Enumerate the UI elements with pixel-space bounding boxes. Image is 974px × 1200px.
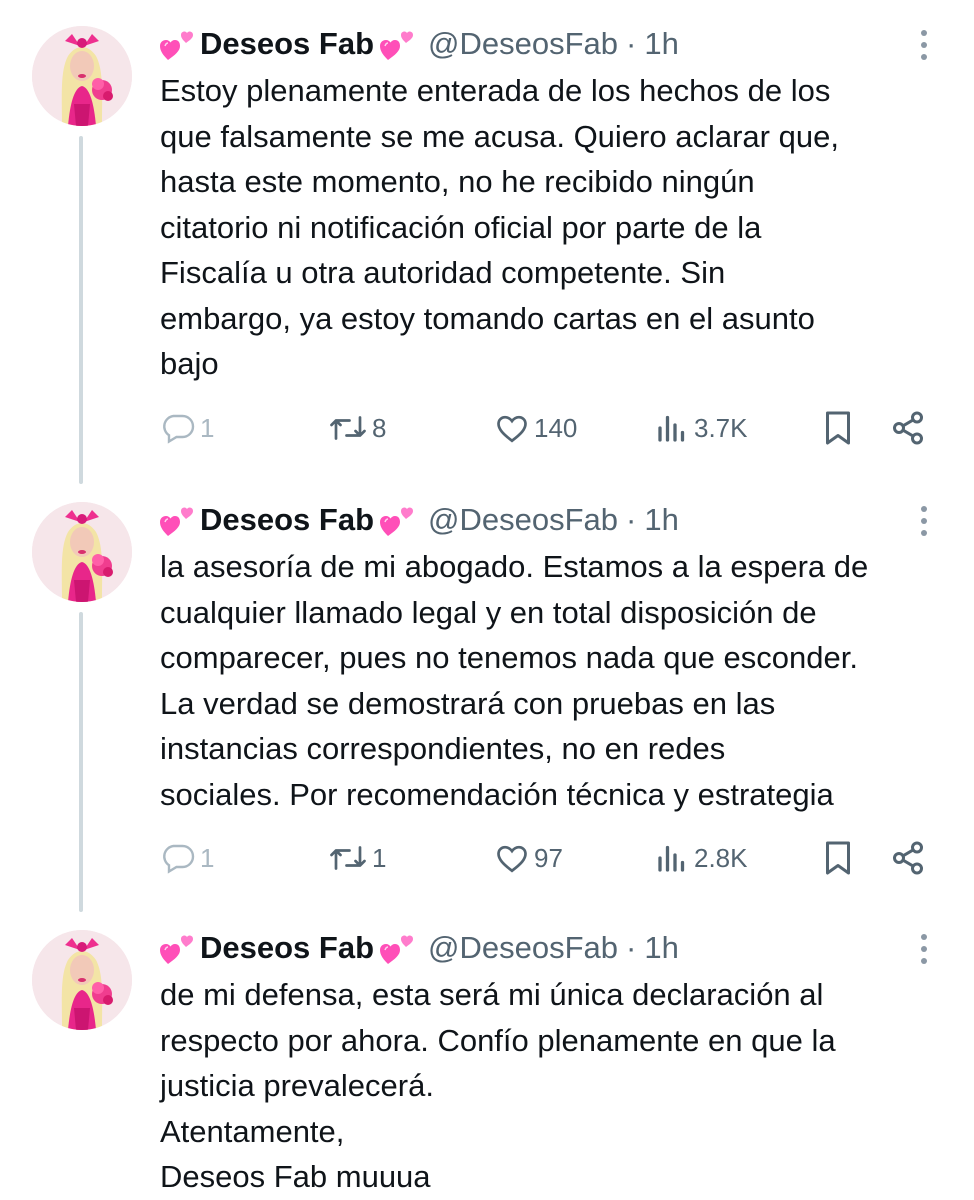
tweet-text-line: que falsamente se me acusa. Quiero aclar…: [160, 118, 839, 154]
tweet-text-line: Deseos Fab muuua: [160, 1159, 431, 1194]
bookmark-icon: [826, 841, 850, 875]
more-vertical-icon[interactable]: [914, 506, 934, 540]
thread-line: [79, 612, 83, 912]
view-count: 2.8K: [694, 842, 748, 873]
separator: ·: [626, 502, 637, 537]
handle[interactable]: @DeseosFab: [428, 930, 618, 966]
timestamp[interactable]: 1h: [644, 502, 678, 538]
tweet-text-line: justicia prevalecerá.: [160, 1068, 434, 1103]
retweet-icon: [330, 416, 366, 440]
reply-count: 1: [200, 412, 215, 443]
separator: ·: [626, 930, 637, 965]
share-icon: [893, 411, 923, 445]
tweet-text-line: embargo, ya estoy tomando cartas en el a…: [160, 300, 815, 336]
two-hearts-icon: [380, 27, 416, 61]
two-hearts-icon: [160, 931, 196, 965]
tweet-header: Deseos Fab @DeseosFab · 1h: [160, 924, 679, 972]
retweet-button[interactable]: 8: [328, 408, 386, 448]
tweet-actions: 1 1 97 2.8K: [160, 838, 940, 878]
views-button[interactable]: 2.8K: [654, 838, 748, 878]
like-count: 97: [534, 842, 563, 873]
handle[interactable]: @DeseosFab: [428, 502, 618, 538]
views-chart-icon: [658, 845, 685, 872]
share-button[interactable]: [890, 408, 926, 448]
reply-count: 1: [200, 842, 215, 873]
tweet-text-line: de mi defensa, esta será mi única declar…: [160, 977, 824, 1012]
tweet-text-line: comparecer, pues no tenemos nada que esc…: [160, 640, 858, 675]
tweet-header: Deseos Fab @DeseosFab · 1h: [160, 496, 679, 544]
two-hearts-icon: [160, 503, 196, 537]
two-hearts-icon: [160, 27, 196, 61]
share-icon: [893, 841, 923, 875]
retweet-icon: [330, 846, 366, 870]
two-hearts-icon: [380, 931, 416, 965]
bookmark-button[interactable]: [820, 838, 856, 878]
reply-icon: [163, 414, 195, 444]
tweet-text-line: sociales. Por recomendación técnica y es…: [160, 776, 834, 812]
reply-button[interactable]: 1: [160, 408, 214, 448]
retweet-button[interactable]: 1: [328, 838, 386, 878]
tweet-text-line: La verdad se demostrará con pruebas en l…: [160, 685, 776, 721]
tweet-text-line: citatorio ni notificación oficial por pa…: [160, 209, 762, 245]
like-button[interactable]: 140: [494, 408, 577, 448]
tweet-text: de mi defensa, esta será mi única declar…: [160, 972, 950, 1200]
retweet-count: 8: [372, 412, 387, 443]
bookmark-icon: [826, 411, 850, 445]
tweet-text: la asesoría de mi abogado. Estamos a la …: [160, 544, 950, 817]
timestamp[interactable]: 1h: [644, 930, 678, 966]
heart-outline-icon: [497, 845, 527, 873]
separator: ·: [626, 26, 637, 61]
tweet-text-line: la asesoría de mi abogado. Estamos a la …: [160, 549, 869, 584]
handle[interactable]: @DeseosFab: [428, 26, 618, 62]
two-hearts-icon: [380, 503, 416, 537]
avatar[interactable]: [32, 26, 132, 126]
avatar[interactable]: [32, 502, 132, 602]
tweet-text-line: Estoy plenamente enterada de los hechos …: [160, 73, 831, 108]
views-button[interactable]: 3.7K: [654, 408, 748, 448]
display-name[interactable]: Deseos Fab: [200, 26, 374, 62]
share-button[interactable]: [890, 838, 926, 878]
tweet-header: Deseos Fab @DeseosFab · 1h: [160, 20, 679, 68]
display-name[interactable]: Deseos Fab: [200, 502, 374, 538]
tweet-text-line: instancias correspondientes, no en redes: [160, 731, 726, 766]
like-button[interactable]: 97: [494, 838, 563, 878]
tweet-text-line: Fiscalía u otra autoridad competente. Si…: [160, 255, 726, 290]
tweet-text: Estoy plenamente enterada de los hechos …: [160, 68, 950, 387]
reply-button[interactable]: 1: [160, 838, 214, 878]
like-count: 140: [534, 412, 578, 443]
tweet-text-line: respecto por ahora. Confío plenamente en…: [160, 1022, 836, 1058]
retweet-count: 1: [372, 842, 387, 873]
tweet-text-line: Atentamente,: [160, 1113, 345, 1149]
avatar[interactable]: [32, 930, 132, 1030]
timestamp[interactable]: 1h: [644, 26, 678, 62]
more-vertical-icon[interactable]: [914, 934, 934, 968]
tweet-actions: 1 8 140 3.7K: [160, 408, 940, 448]
heart-outline-icon: [497, 415, 527, 443]
tweet-text-line: cualquier llamado legal y en total dispo…: [160, 594, 817, 630]
view-count: 3.7K: [694, 412, 748, 443]
more-vertical-icon[interactable]: [914, 30, 934, 64]
display-name[interactable]: Deseos Fab: [200, 930, 374, 966]
bookmark-button[interactable]: [820, 408, 856, 448]
thread-line: [79, 136, 83, 484]
tweet-text-line: hasta este momento, no he recibido ningú…: [160, 164, 755, 199]
views-chart-icon: [658, 415, 685, 442]
reply-icon: [163, 844, 195, 874]
tweet-text-line: bajo: [160, 346, 219, 381]
